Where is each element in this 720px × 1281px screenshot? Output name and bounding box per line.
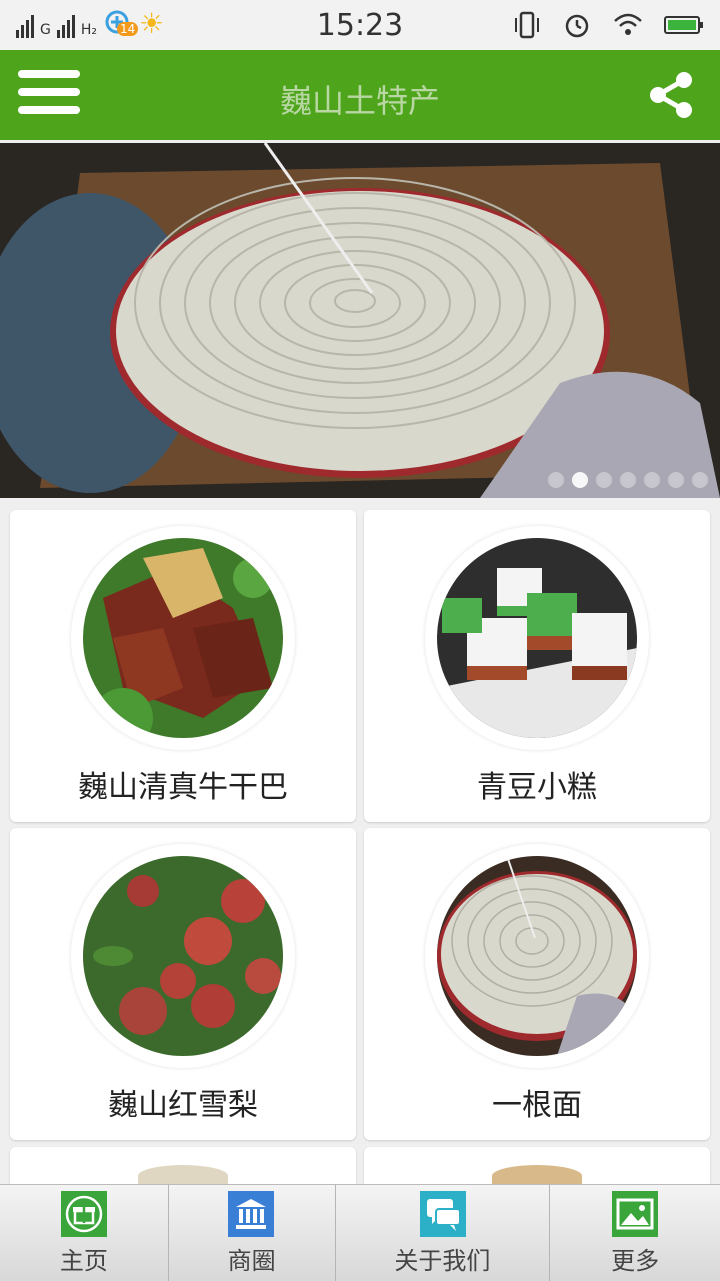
- gift-icon: [61, 1191, 107, 1237]
- pagination-dot[interactable]: [596, 472, 612, 488]
- pagination-dot[interactable]: [692, 472, 708, 488]
- tab-home[interactable]: 主页: [0, 1185, 169, 1281]
- pagination-dot[interactable]: [620, 472, 636, 488]
- tab-about[interactable]: 关于我们: [336, 1185, 551, 1281]
- pagination-dot[interactable]: [668, 472, 684, 488]
- banner-image: [0, 143, 720, 498]
- image-icon: [612, 1191, 659, 1237]
- tab-more[interactable]: 更多: [550, 1185, 720, 1281]
- tab-shop[interactable]: 商圈: [169, 1185, 336, 1281]
- product-image-frame: [71, 526, 295, 750]
- tab-label: 商圈: [227, 1247, 276, 1275]
- banner-pagination: [548, 472, 708, 488]
- pagination-dot[interactable]: [548, 472, 564, 488]
- app-bar: 巍山土特产: [0, 50, 720, 140]
- tab-label: 主页: [59, 1247, 108, 1275]
- product-name: 巍山红雪梨: [108, 1088, 258, 1123]
- banner-carousel[interactable]: [0, 143, 720, 498]
- battery-icon: [664, 14, 704, 40]
- tab-label: 更多: [611, 1247, 660, 1275]
- product-image-frame: [425, 844, 649, 1068]
- bottom-tab-bar: 主页 商圈 关于我们 更多: [0, 1184, 720, 1281]
- product-card-partial[interactable]: [10, 1147, 356, 1187]
- share-icon[interactable]: [644, 68, 698, 122]
- product-image-frame: [71, 844, 295, 1068]
- product-image-frame: [425, 526, 649, 750]
- pagination-dot-active[interactable]: [572, 472, 588, 488]
- product-name: 一根面: [492, 1088, 582, 1123]
- green-bean-cake-image: [437, 538, 637, 738]
- alarm-icon: [562, 10, 592, 44]
- product-card-partial[interactable]: [364, 1147, 710, 1187]
- product-card[interactable]: 一根面: [364, 828, 710, 1140]
- product-card[interactable]: 青豆小糕: [364, 510, 710, 822]
- product-card[interactable]: 巍山清真牛干巴: [10, 510, 356, 822]
- product-card[interactable]: 巍山红雪梨: [10, 828, 356, 1140]
- status-right: [512, 10, 704, 44]
- pagination-dot[interactable]: [644, 472, 660, 488]
- chat-icon: [419, 1191, 466, 1237]
- product-name: 青豆小糕: [477, 770, 597, 805]
- page-title: 巍山土特产: [279, 82, 440, 120]
- noodle-image: [437, 856, 637, 1056]
- building-icon: [227, 1191, 274, 1237]
- beef-jerky-image: [83, 538, 283, 738]
- vibrate-icon: [512, 10, 542, 44]
- red-pear-image: [83, 856, 283, 1056]
- wifi-icon: [612, 11, 644, 43]
- status-bar: G H₂ 14 ☀ 15:23: [0, 0, 720, 50]
- tab-label: 关于我们: [394, 1247, 491, 1275]
- product-name: 巍山清真牛干巴: [78, 770, 288, 805]
